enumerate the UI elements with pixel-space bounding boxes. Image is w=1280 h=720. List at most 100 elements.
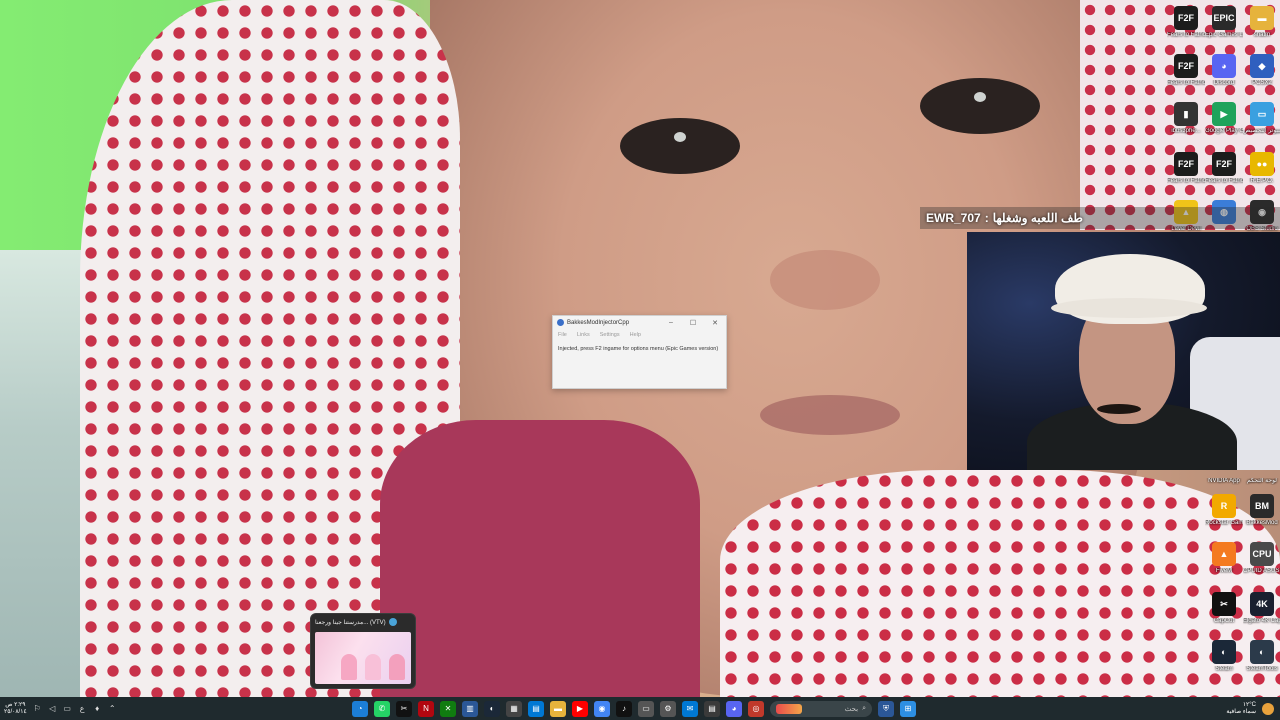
weather-description: سماء صافية	[1226, 708, 1256, 715]
desktop-icon[interactable]: F2F Fears to Fathom...	[1167, 54, 1205, 87]
cpu-z-icon: CPU	[1250, 542, 1274, 566]
file-explorer-icon[interactable]: ▬	[550, 700, 566, 717]
desktop-icon[interactable]: F2F Fears to Fathom...	[1205, 152, 1243, 185]
menu-help[interactable]: Help	[630, 332, 641, 338]
desktop-icon[interactable]: ●● R.E.P.O.	[1243, 152, 1280, 185]
desktop-icon-label: Elgato 4K Captur...	[1243, 618, 1280, 624]
desktop-icon[interactable]: BM BakkesMod	[1243, 494, 1280, 527]
steamtools-icon: ◐	[1250, 640, 1274, 664]
preview-thumbnail[interactable]	[315, 632, 411, 684]
calculator-icon[interactable]: ▦	[506, 700, 522, 717]
desktop-icon-label: Steam	[1215, 666, 1233, 672]
search-highlight-image	[776, 703, 802, 714]
menu-settings[interactable]: Settings	[600, 332, 620, 338]
taskbar-search-box[interactable]: بحث ⌕	[770, 700, 872, 717]
weather-icon	[1262, 702, 1274, 715]
microphone-icon[interactable]: ♦	[93, 704, 102, 713]
xbox-icon[interactable]: ✕	[440, 700, 456, 717]
wallpaper-scarf	[720, 470, 1280, 697]
wallpaper-eye	[620, 118, 740, 174]
bakkesmod-injector-window[interactable]: BakkesModInjectorCpp – ☐ ✕ File Links Se…	[552, 315, 727, 389]
desktop-icon[interactable]: ▲ FiveM	[1205, 542, 1243, 575]
thumbnail-figure	[389, 654, 405, 680]
desktop-icon-label: Discord	[1213, 80, 1235, 86]
maximize-button[interactable]: ☐	[682, 319, 704, 327]
system-tray: ٢:٢٩ ص ٢٥/٠٨/١٤ ⚐ ◁ ▭ ع ♦ ⌃	[4, 697, 117, 720]
whatsapp-icon[interactable]: ✆	[374, 700, 390, 717]
game-icon: ▮	[1174, 102, 1198, 126]
desktop-icon[interactable]: ◆ PCSX2	[1243, 54, 1280, 87]
fears-to-fathom-icon: F2F	[1174, 6, 1198, 30]
wallpaper-mouth	[760, 395, 900, 435]
discord-icon[interactable]: ◕	[726, 700, 742, 717]
steam-icon[interactable]: ◐	[484, 700, 500, 717]
taskbar-window-preview[interactable]: مدرستنا جينا ورجعنا... (VTV)	[310, 613, 416, 689]
desktop-icon-label: Fears to Fathom...	[1167, 178, 1205, 184]
desktop-icon[interactable]: ▬ shatm	[1243, 6, 1280, 39]
network-icon[interactable]: ▭	[63, 704, 72, 713]
mail-icon[interactable]: ✉	[682, 700, 698, 717]
desktop-icon[interactable]: ✂ CapCut	[1205, 592, 1243, 625]
taskbar-right: ١٢°C سماء صافية	[1226, 697, 1274, 720]
weather-temp: ١٢°C	[1242, 701, 1256, 708]
desktop-icon[interactable]: ◐ SteamTools	[1243, 640, 1280, 673]
webcam-moustache	[1097, 404, 1141, 414]
desktop-icon[interactable]: R Rockstar Games...	[1205, 494, 1243, 527]
close-button[interactable]: ✕	[704, 319, 726, 327]
desktop-icon-label: Fears to Fathom...	[1205, 178, 1243, 184]
desktop-icon[interactable]: ▭ هذا الكمبيوتر التخصيص	[1243, 102, 1280, 135]
desktop-icon-label: لوحة التحكم	[1246, 478, 1277, 484]
minimize-button[interactable]: –	[660, 319, 682, 326]
language-indicator[interactable]: ع	[78, 704, 87, 713]
desktop-icon[interactable]: ▶ Google Play Games	[1205, 102, 1243, 135]
netflix-icon[interactable]: N	[418, 700, 434, 717]
fivem-icon: ▲	[1212, 542, 1236, 566]
settings-icon[interactable]: ⚙	[660, 700, 676, 717]
menu-file[interactable]: File	[558, 332, 567, 338]
youtube-icon[interactable]: ▶	[572, 700, 588, 717]
menu-links[interactable]: Links	[577, 332, 590, 338]
desktop-icon[interactable]: ▮ ibbs3phe...	[1167, 102, 1205, 135]
screen-icon[interactable]: ▭	[638, 700, 654, 717]
window-titlebar[interactable]: BakkesModInjectorCpp – ☐ ✕	[553, 316, 726, 329]
wallpaper-nose	[770, 250, 880, 310]
clock-time: ٢:٢٩ ص	[5, 701, 26, 708]
notification-icon[interactable]: ⚐	[33, 704, 42, 713]
steam-icon: ◐	[1212, 640, 1236, 664]
edge-icon[interactable]: ◔	[352, 700, 368, 717]
calendar-icon[interactable]: ▤	[528, 700, 544, 717]
edge-icon	[388, 618, 397, 626]
desktop-icon-label: Fears to Fathom...	[1167, 80, 1205, 86]
thumbnail-figure	[365, 654, 381, 680]
desktop-icon[interactable]: ◕ Discord	[1205, 54, 1243, 87]
desktop-icon-label: Rockstar Games...	[1205, 520, 1243, 526]
chrome-icon[interactable]: ◉	[594, 700, 610, 717]
search-icon: ⌕	[862, 704, 866, 712]
fears-to-fathom-icon: F2F	[1212, 152, 1236, 176]
desktop-icon[interactable]: F2F Fears to Fathom...	[1167, 6, 1205, 39]
repo-icon: ●●	[1250, 152, 1274, 176]
desktop-icon-label: SteamTools	[1246, 666, 1278, 672]
capcut-icon[interactable]: ✂	[396, 700, 412, 717]
volume-icon[interactable]: ◁	[48, 704, 57, 713]
discord-icon: ◕	[1212, 54, 1236, 78]
notepad-icon[interactable]: ▤	[704, 700, 720, 717]
search-placeholder: بحث	[844, 705, 859, 713]
google-play-games-icon: ▶	[1212, 102, 1236, 126]
desktop-icon[interactable]: F2F Fears to Fathom...	[1167, 152, 1205, 185]
weather-widget[interactable]: ١٢°C سماء صافية	[1226, 702, 1256, 716]
app-icon[interactable]: ◎	[748, 700, 764, 717]
start-button[interactable]: ⊞	[900, 700, 916, 717]
desktop-icon-label: هذا الكمبيوتر التخصيص	[1243, 128, 1280, 134]
desktop-icon[interactable]: CPU CPUID ASUS CPU-Z	[1243, 542, 1280, 575]
chevron-up-icon[interactable]: ⌃	[108, 704, 117, 713]
taskbar-clock[interactable]: ٢:٢٩ ص ٢٥/٠٨/١٤	[4, 702, 27, 716]
desktop-icon-label: PCSX2	[1252, 80, 1272, 86]
desktop-icon[interactable]: ◐ Steam	[1205, 640, 1243, 673]
desktop-icon[interactable]: EPIC Epic Games Launcher	[1205, 6, 1243, 39]
task-manager-icon[interactable]: ▥	[462, 700, 478, 717]
desktop-icon[interactable]: 4K Elgato 4K Captur...	[1243, 592, 1280, 625]
tiktok-icon[interactable]: ♪	[616, 700, 632, 717]
shield-icon[interactable]: ⛨	[878, 700, 894, 717]
chat-username: EWR_707	[926, 211, 981, 225]
